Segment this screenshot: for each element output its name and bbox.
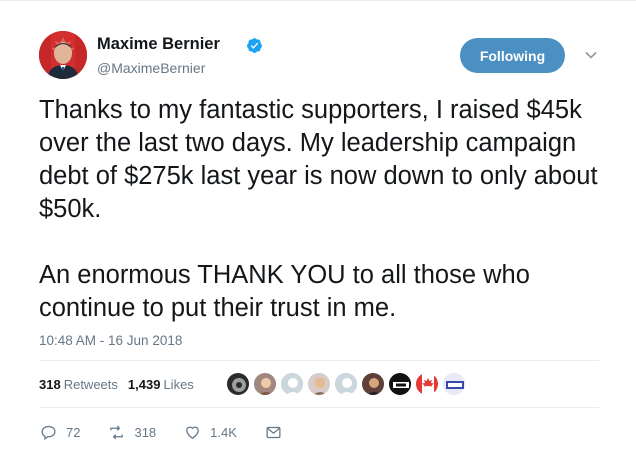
author-avatar[interactable] [39,31,87,79]
liker-avatar[interactable] [307,372,331,396]
envelope-icon [266,426,281,439]
retweets-label: Retweets [63,377,118,392]
reply-button[interactable]: 72 [40,424,80,441]
top-edge [0,0,636,8]
tweet-actions: 72 318 1.4K [40,424,310,441]
liker-avatar[interactable] [361,372,385,396]
tweet-timestamp[interactable]: 10:48 AM - 16 Jun 2018 [39,333,182,348]
direct-message-button[interactable] [265,424,282,441]
author-handle[interactable]: @MaximeBernier [97,60,205,76]
heart-icon [186,426,199,439]
liker-avatar[interactable] [280,372,304,396]
divider [39,407,599,408]
tweet-card: Maxime Bernier @MaximeBernier Following … [0,0,636,457]
tweet-text: Thanks to my fantastic supporters, I rai… [39,94,609,325]
verified-badge-icon [247,38,262,53]
engagement-stats: 318 Retweets 1,439 Likes [39,377,194,392]
liker-avatar[interactable] [388,372,412,396]
retweet-button[interactable]: 318 [108,424,156,441]
reply-count: 72 [66,425,81,440]
chevron-down-icon[interactable] [584,48,598,62]
author-name[interactable]: Maxime Bernier [97,35,220,54]
liker-avatar[interactable] [226,372,250,396]
likes-count: 1,439 [127,377,161,392]
divider [39,360,599,361]
tweet-paragraph: Thanks to my fantastic supporters, I rai… [39,96,598,223]
liker-avatar[interactable] [334,372,358,396]
liker-avatars [226,372,466,396]
like-button[interactable]: 1.4K [184,424,237,441]
liker-avatar[interactable] [442,372,466,396]
avatar-image [39,31,87,79]
reply-icon [41,425,56,441]
liker-avatar[interactable] [415,372,439,396]
likes-label: Likes [163,377,194,392]
retweet-icon [110,425,124,440]
liker-avatar[interactable] [253,372,277,396]
likes-stat[interactable]: 1,439 Likes [128,377,194,392]
retweet-count: 318 [134,425,157,440]
tweet-paragraph: An enormous THANK YOU to all those who c… [39,261,530,322]
retweets-stat[interactable]: 318 Retweets [39,377,118,392]
like-count: 1.4K [210,425,237,440]
retweets-count: 318 [39,377,61,392]
following-button[interactable]: Following [460,38,565,73]
